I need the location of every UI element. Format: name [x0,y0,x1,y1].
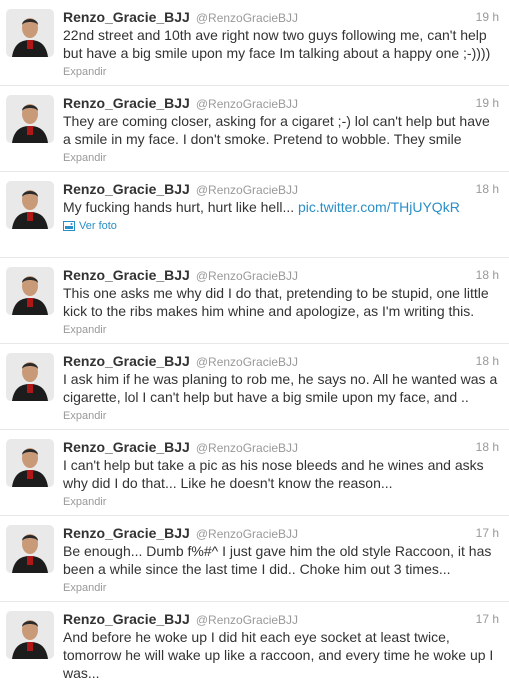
tweet-timestamp[interactable]: 18 h [476,352,499,370]
author-name[interactable]: Renzo_Gracie_BJJ [63,95,190,111]
tweet-header: Renzo_Gracie_BJJ @RenzoGracieBJJ 17 h [63,610,499,628]
tweet-text: My fucking hands hurt, hurt like hell...… [63,198,499,216]
tweet-timestamp[interactable]: 19 h [476,8,499,26]
author-username[interactable]: @RenzoGracieBJJ [196,97,298,111]
tweet-header: Renzo_Gracie_BJJ @RenzoGracieBJJ 18 h [63,352,499,370]
tweet[interactable]: Renzo_Gracie_BJJ @RenzoGracieBJJ 18 h I a… [0,344,509,430]
photo-icon [63,221,75,231]
tweet-header: Renzo_Gracie_BJJ @RenzoGracieBJJ 17 h [63,524,499,542]
avatar[interactable] [6,9,54,57]
author-username[interactable]: @RenzoGracieBJJ [196,441,298,455]
author-name[interactable]: Renzo_Gracie_BJJ [63,611,190,627]
view-photo-label[interactable]: Ver foto [79,219,117,233]
expand-link[interactable]: Expandir [63,151,499,171]
avatar[interactable] [6,611,54,659]
tweet-header: Renzo_Gracie_BJJ @RenzoGracieBJJ 18 h [63,438,499,456]
tweet-text: Be enough... Dumb f%#^ I just gave him t… [63,543,492,577]
author-name[interactable]: Renzo_Gracie_BJJ [63,353,190,369]
tweet-header: Renzo_Gracie_BJJ @RenzoGracieBJJ 18 h [63,180,499,198]
expand-link[interactable]: Expandir [63,409,499,429]
avatar[interactable] [6,353,54,401]
tweet-timestamp[interactable]: 18 h [476,438,499,456]
tweet[interactable]: Renzo_Gracie_BJJ @RenzoGracieBJJ 18 h My … [0,172,509,258]
expand-link[interactable]: Expandir [63,495,499,515]
tweet[interactable]: Renzo_Gracie_BJJ @RenzoGracieBJJ 18 h Thi… [0,258,509,344]
tweet[interactable]: Renzo_Gracie_BJJ @RenzoGracieBJJ 18 h I c… [0,430,509,516]
tweet-header: Renzo_Gracie_BJJ @RenzoGracieBJJ 19 h [63,94,499,112]
tweet-header: Renzo_Gracie_BJJ @RenzoGracieBJJ 19 h [63,8,499,26]
author-username[interactable]: @RenzoGracieBJJ [196,11,298,25]
tweet-timestamp[interactable]: 18 h [476,266,499,284]
avatar[interactable] [6,267,54,315]
tweet-timeline: Renzo_Gracie_BJJ @RenzoGracieBJJ 19 h 22n… [0,0,509,683]
avatar[interactable] [6,439,54,487]
tweet-text: This one asks me why did I do that, pret… [63,285,489,319]
author-username[interactable]: @RenzoGracieBJJ [196,183,298,197]
tweet[interactable]: Renzo_Gracie_BJJ @RenzoGracieBJJ 17 h And… [0,602,509,683]
tweet[interactable]: Renzo_Gracie_BJJ @RenzoGracieBJJ 19 h 22n… [0,0,509,86]
photo-url-link[interactable]: pic.twitter.com/THjUYQkR [298,199,460,215]
expand-link[interactable]: Expandir [63,65,499,85]
expand-link[interactable]: Expandir [63,323,499,343]
view-photo-link[interactable]: Ver foto [63,219,117,233]
author-name[interactable]: Renzo_Gracie_BJJ [63,181,190,197]
avatar[interactable] [6,525,54,573]
author-name[interactable]: Renzo_Gracie_BJJ [63,439,190,455]
author-username[interactable]: @RenzoGracieBJJ [196,527,298,541]
author-name[interactable]: Renzo_Gracie_BJJ [63,267,190,283]
tweet-timestamp[interactable]: 19 h [476,94,499,112]
tweet[interactable]: Renzo_Gracie_BJJ @RenzoGracieBJJ 17 h Be … [0,516,509,602]
tweet-text: I ask him if he was planing to rob me, h… [63,371,498,405]
author-name[interactable]: Renzo_Gracie_BJJ [63,9,190,25]
tweet-text: And before he woke up I did hit each eye… [63,629,494,681]
tweet-timestamp[interactable]: 18 h [476,180,499,198]
view-photo-link-row: Ver foto [63,219,499,241]
author-username[interactable]: @RenzoGracieBJJ [196,269,298,283]
avatar[interactable] [6,95,54,143]
tweet-text-body: My fucking hands hurt, hurt like hell... [63,199,295,215]
tweet-text: 22nd street and 10th ave right now two g… [63,27,491,61]
tweet-header: Renzo_Gracie_BJJ @RenzoGracieBJJ 18 h [63,266,499,284]
tweet-text: They are coming closer, asking for a cig… [63,113,490,147]
author-username[interactable]: @RenzoGracieBJJ [196,613,298,627]
tweet-timestamp[interactable]: 17 h [476,610,499,628]
tweet-text: I can't help but take a pic as his nose … [63,457,484,491]
tweet[interactable]: Renzo_Gracie_BJJ @RenzoGracieBJJ 19 h The… [0,86,509,172]
avatar[interactable] [6,181,54,229]
author-name[interactable]: Renzo_Gracie_BJJ [63,525,190,541]
tweet-timestamp[interactable]: 17 h [476,524,499,542]
expand-link[interactable]: Expandir [63,581,499,601]
author-username[interactable]: @RenzoGracieBJJ [196,355,298,369]
